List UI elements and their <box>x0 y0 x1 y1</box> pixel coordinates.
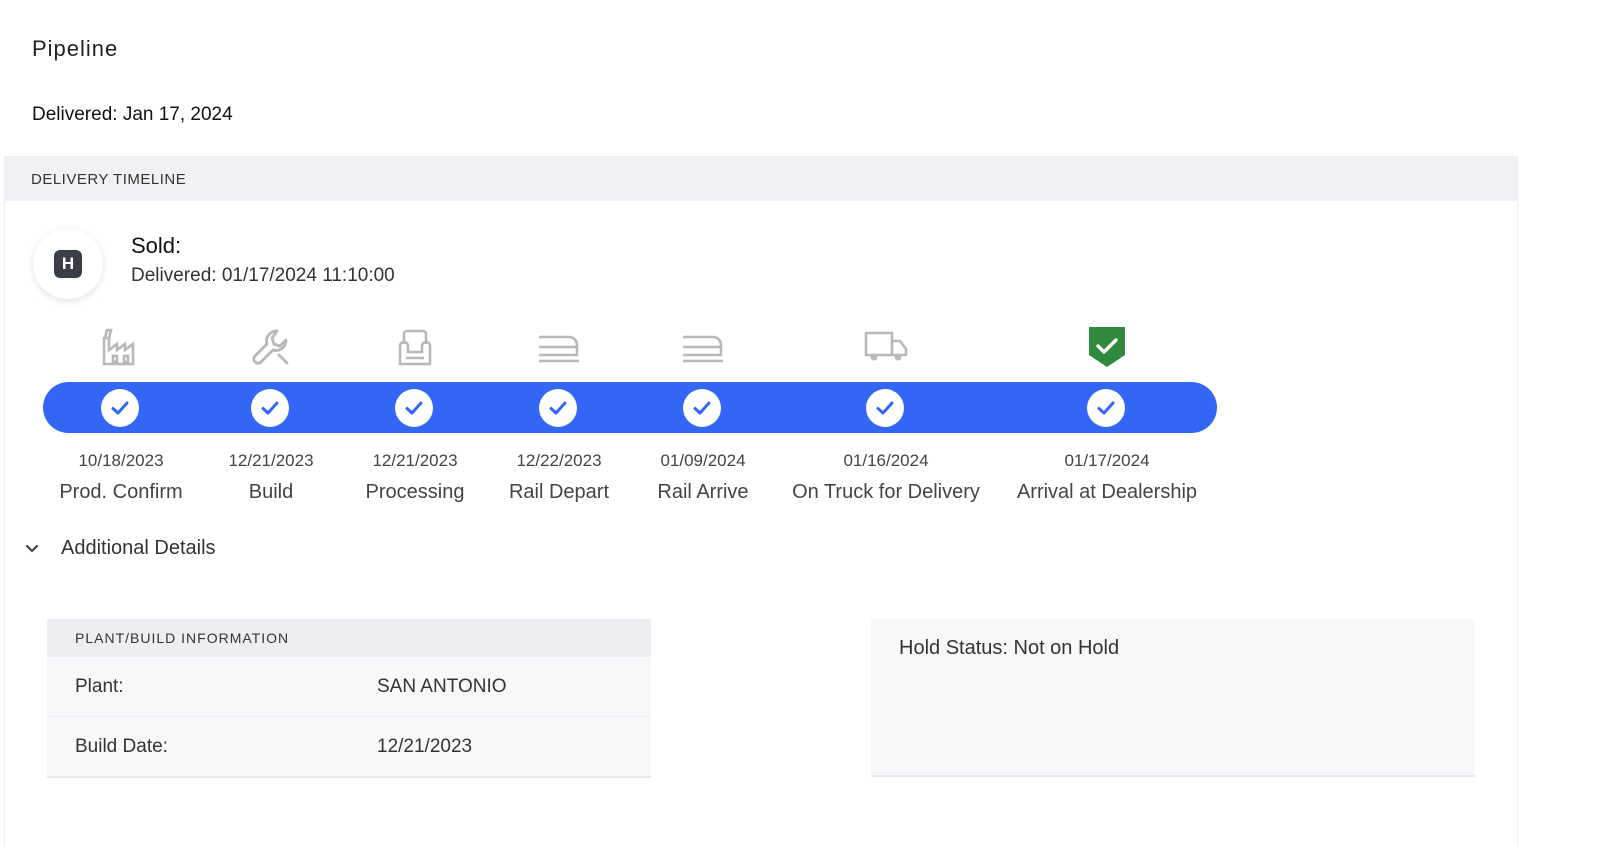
info-value: 12/21/2023 <box>377 735 473 757</box>
check-icon <box>1087 389 1125 427</box>
avatar: H <box>33 229 103 299</box>
train-icon <box>681 325 725 369</box>
info-row-plant: Plant: SAN ANTONIO <box>47 657 651 717</box>
avatar-badge: H <box>54 250 82 278</box>
info-label: Build Date: <box>75 735 168 757</box>
info-label: Plant: <box>75 675 124 697</box>
stage-name: Rail Arrive <box>657 481 749 503</box>
train-icon <box>537 325 581 369</box>
check-icon <box>395 389 433 427</box>
stage-date: 01/17/2024 <box>1064 451 1150 470</box>
check-icon <box>866 389 904 427</box>
factory-icon <box>99 325 143 369</box>
info-value: SAN ANTONIO <box>377 675 507 697</box>
additional-details-label[interactable]: Additional Details <box>61 537 216 560</box>
plant-build-panel: PLANT/BUILD INFORMATION Plant: SAN ANTON… <box>47 619 651 778</box>
stage-date: 01/09/2024 <box>660 451 746 470</box>
check-icon <box>251 389 289 427</box>
chevron-down-icon[interactable] <box>23 540 41 558</box>
plant-build-header: PLANT/BUILD INFORMATION <box>47 619 651 657</box>
stage-date: 01/16/2024 <box>843 451 929 470</box>
progress-bar <box>43 382 1217 433</box>
timeline-header: DELIVERY TIMELINE <box>5 157 1517 201</box>
delivery-timeline-card: DELIVERY TIMELINE H Sold: Delivered: 01/… <box>4 156 1518 847</box>
check-icon <box>101 389 139 427</box>
info-row-build-date: Build Date: 12/21/2023 <box>47 717 651 776</box>
truck-icon <box>864 325 908 369</box>
stage-name: On Truck for Delivery <box>792 481 980 503</box>
wrench-icon <box>249 325 293 369</box>
check-icon <box>539 389 577 427</box>
hold-status-panel: Hold Status: Not on Hold <box>871 619 1475 777</box>
hold-status-text: Hold Status: Not on Hold <box>899 637 1120 659</box>
stage-name: Arrival at Dealership <box>1016 481 1198 503</box>
status-label: Sold: <box>131 233 182 258</box>
page-title: Pipeline <box>32 36 119 61</box>
check-icon <box>683 389 721 427</box>
car-seat-icon <box>393 325 437 369</box>
additional-details-toggle[interactable]: Additional Details <box>23 537 216 560</box>
shield-check-icon <box>1085 325 1129 369</box>
status-detail: Delivered: 01/17/2024 11:10:00 <box>131 265 395 286</box>
delivered-summary: Delivered: Jan 17, 2024 <box>32 104 233 125</box>
